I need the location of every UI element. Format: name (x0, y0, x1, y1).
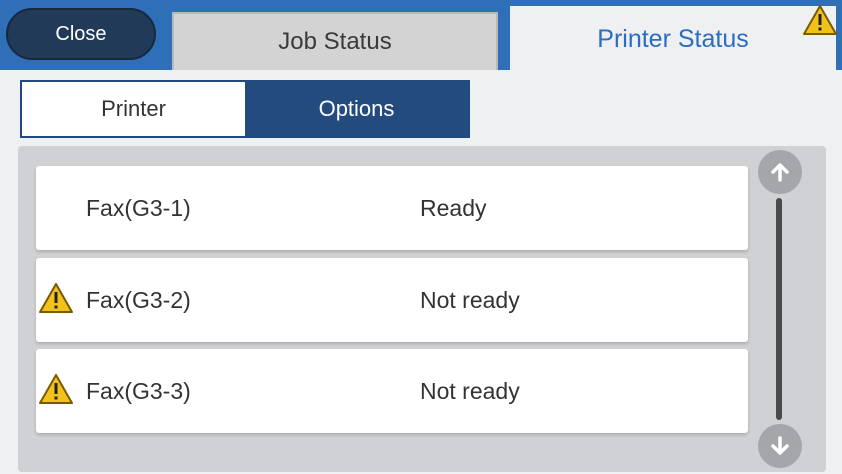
fax-line-status: Not ready (420, 286, 520, 313)
tab-label: Job Status (278, 28, 392, 55)
tab-label: Printer Status (597, 24, 749, 53)
top-bar: Close Job Status Printer Status (0, 0, 842, 72)
list-item-fax-g3-1[interactable]: Fax(G3-1) Ready (36, 166, 748, 250)
warning-icon[interactable] (802, 4, 838, 36)
subtab-options[interactable]: Options (245, 82, 468, 136)
fax-line-name: Fax(G3-1) (86, 194, 191, 221)
arrow-up-icon (771, 163, 789, 182)
list-item-fax-g3-3[interactable]: Fax(G3-3) Not ready (36, 349, 748, 433)
fax-line-name: Fax(G3-2) (86, 286, 191, 313)
subtab-bar: Printer Options (20, 80, 470, 138)
scroll-up-button[interactable] (758, 150, 802, 194)
close-button[interactable]: Close (6, 8, 156, 60)
subtab-label: Printer (101, 96, 166, 121)
subtab-label: Options (318, 96, 395, 121)
scroll-down-button[interactable] (758, 424, 802, 468)
subtab-printer[interactable]: Printer (22, 82, 245, 136)
tab-job-status[interactable]: Job Status (172, 12, 498, 70)
tab-printer-status[interactable]: Printer Status (510, 6, 836, 72)
warning-icon (39, 374, 73, 404)
warning-icon (39, 283, 73, 313)
fax-line-status: Ready (420, 194, 487, 221)
arrow-down-icon (771, 436, 789, 455)
list-item-fax-g3-2[interactable]: Fax(G3-2) Not ready (36, 258, 748, 342)
fax-line-name: Fax(G3-3) (86, 377, 191, 404)
scrollbar-track[interactable] (776, 198, 782, 420)
fax-line-status: Not ready (420, 377, 520, 404)
